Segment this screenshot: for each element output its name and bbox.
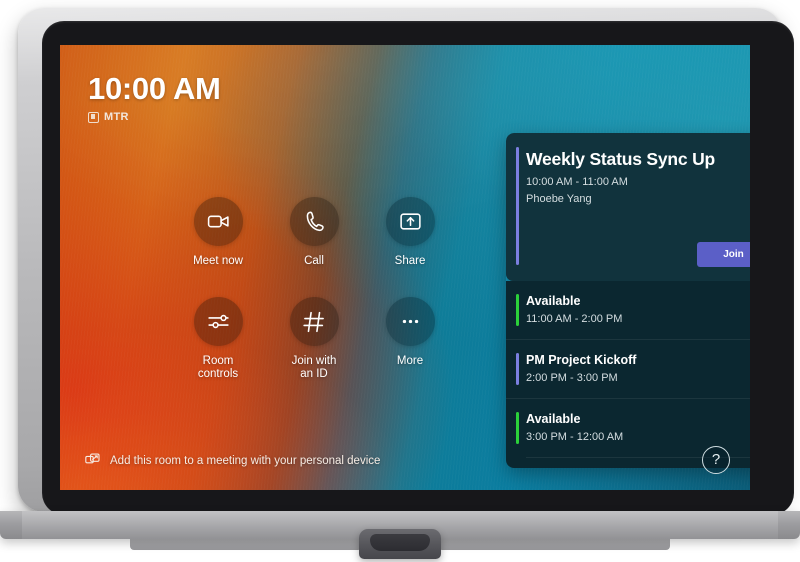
agenda-item-time: 3:00 PM - 12:00 AM [526, 431, 624, 443]
agenda-item-title: Available [526, 294, 581, 308]
agenda-item-title: PM Project Kickoff [526, 353, 637, 367]
action-call-circle [289, 197, 339, 246]
mtr-badge-label: MTR [104, 111, 129, 123]
agenda-item-available-morning[interactable]: Available 11:00 AM - 2:00 PM [506, 281, 750, 339]
agenda-accent-available [516, 412, 519, 444]
action-room-controls-circle [193, 297, 243, 346]
sliders-icon [207, 314, 229, 329]
add-room-hint-text: Add this room to a meeting with your per… [110, 454, 381, 467]
agenda-accent-meeting [516, 353, 519, 385]
room-mode-badge: MTR [88, 111, 221, 123]
hash-icon [303, 311, 324, 332]
meeting-time: 10:00 AM - 11:00 AM [526, 176, 628, 188]
agenda-accent-available [516, 294, 519, 326]
agenda-item-pm-project-kickoff[interactable]: PM Project Kickoff 2:00 PM - 3:00 PM › [506, 339, 750, 398]
meeting-title: Weekly Status Sync Up [526, 149, 716, 169]
action-room-controls[interactable]: Room controls [170, 297, 266, 397]
meeting-accent-bar [516, 147, 519, 265]
action-share-label: Share [394, 255, 426, 267]
action-meet-now-label: Meet now [193, 255, 243, 267]
device-stand-notch [370, 534, 430, 551]
action-join-with-id-label: Join with an ID [291, 355, 337, 380]
video-camera-icon [207, 215, 229, 228]
agenda-item-title: Available [526, 412, 581, 426]
upcoming-meeting-card[interactable]: O Weekly Status Sync Up 10:00 AM - 11:00… [506, 133, 750, 281]
agenda-list: Available 11:00 AM - 2:00 PM PM Project … [506, 281, 750, 468]
mtr-badge-icon [88, 111, 99, 123]
action-join-with-id[interactable]: Join with an ID [266, 297, 362, 397]
clock-time: 10:00 AM [88, 71, 221, 106]
device-stand-mount [359, 529, 441, 559]
action-share[interactable]: Share [362, 197, 458, 297]
action-more[interactable]: More [362, 297, 458, 397]
device-foot-left [130, 539, 362, 550]
device-foot-right [438, 539, 670, 550]
action-join-with-id-circle [289, 297, 339, 346]
touch-console-screen: 10:00 AM MTR Meet now Call Share Room co… [60, 45, 750, 490]
phone-icon [306, 211, 324, 232]
agenda-panel: O Weekly Status Sync Up 10:00 AM - 11:00… [506, 133, 750, 468]
ellipsis-icon [402, 319, 418, 324]
agenda-item-time: 2:00 PM - 3:00 PM [526, 372, 618, 384]
action-call-label: Call [304, 255, 324, 267]
meeting-organizer: Phoebe Yang [526, 193, 592, 205]
clock-block: 10:00 AM MTR [88, 73, 221, 123]
add-room-hint[interactable]: Add this room to a meeting with your per… [85, 453, 380, 468]
join-button[interactable]: Join [697, 242, 750, 267]
share-screen-icon [399, 213, 421, 230]
quick-action-grid: Meet now Call Share Room controls Join w… [170, 197, 470, 397]
agenda-item-time: 11:00 AM - 2:00 PM [526, 313, 623, 325]
cast-to-device-icon [85, 453, 100, 464]
action-meet-now-circle [193, 197, 243, 246]
action-more-label: More [396, 355, 424, 367]
action-call[interactable]: Call [266, 197, 362, 297]
action-room-controls-label: Room controls [197, 355, 239, 380]
action-share-circle [385, 197, 435, 246]
action-more-circle [385, 297, 435, 346]
action-meet-now[interactable]: Meet now [170, 197, 266, 297]
help-button[interactable]: ? [702, 446, 730, 474]
